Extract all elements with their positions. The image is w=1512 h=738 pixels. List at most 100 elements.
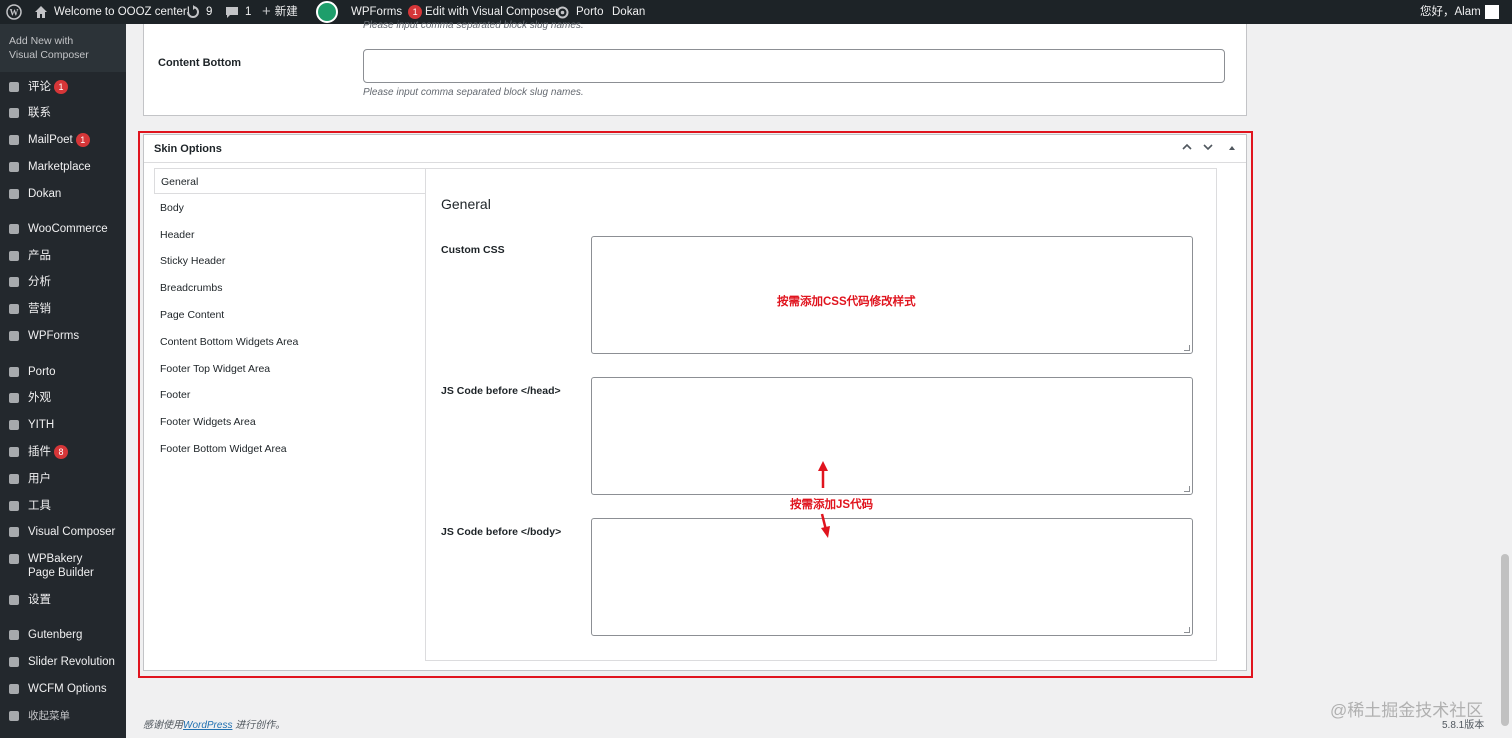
sidebar-item[interactable]: YITH: [0, 418, 126, 432]
updates-link[interactable]: 9: [186, 0, 212, 24]
sidebar-item-label: WooCommerce: [28, 223, 108, 235]
sidebar-item[interactable]: 营销: [0, 302, 126, 316]
new-content-link[interactable]: + 新建: [262, 0, 298, 24]
sidebar-item-label: YITH: [28, 419, 55, 431]
admin-sidebar: Add New with Visual Composer 评论 1 联系 MailPo…: [0, 24, 126, 738]
comment-icon: [225, 4, 241, 20]
wordpress-link[interactable]: WordPress: [183, 720, 232, 731]
collapse-icon: [7, 709, 21, 723]
sidebar-item-badge: 1: [75, 133, 90, 147]
content-bottom-description: Please input comma separated block slug …: [363, 87, 584, 98]
wpforms-badge: 1: [408, 5, 423, 19]
site-name-link[interactable]: Welcome to OOOZ center!: [34, 0, 190, 24]
sidebar-item-label: 设置: [28, 594, 51, 606]
sidebar-item-label: 评论: [28, 81, 51, 93]
visual-composer-icon: [7, 525, 21, 539]
sidebar-item[interactable]: 插件 8: [0, 445, 126, 459]
sidebar-item[interactable]: Dokan: [0, 187, 126, 201]
sidebar-item[interactable]: 收起菜单: [0, 709, 126, 723]
page-scrollbar[interactable]: [1498, 24, 1512, 738]
sidebar-item-label: Dokan: [28, 188, 62, 200]
forms-icon: [7, 329, 21, 343]
sidebar-item[interactable]: 用户: [0, 472, 126, 486]
mailpoet-icon: [7, 133, 21, 147]
sidebar-item[interactable]: WCFM Options: [0, 682, 126, 696]
comment-icon: [7, 80, 21, 94]
my-account-link[interactable]: 您好，Alam: [1420, 0, 1499, 24]
footer-thanks: 感谢使用WordPress 进行创作。: [143, 716, 285, 731]
dokan-label: Dokan: [612, 6, 646, 18]
avatar: [1484, 5, 1499, 19]
sidebar-item-label: 联系: [28, 107, 51, 119]
visual-composer-icon: [316, 1, 338, 23]
sidebar-item[interactable]: 外观: [0, 391, 126, 405]
sidebar-item-label: 外观: [28, 392, 51, 404]
sidebar-item[interactable]: 评论 1: [0, 80, 126, 94]
css-annotation: 按需添加CSS代码修改样式: [777, 296, 916, 308]
sidebar-item[interactable]: Porto: [0, 365, 126, 379]
sidebar-item[interactable]: Slider Revolution: [0, 655, 126, 669]
content-bottom-input[interactable]: [363, 49, 1225, 83]
admin-bar: W Welcome to OOOZ center! 9 1 + 新建 WPFor…: [0, 0, 1512, 24]
greeting: 您好，Alam: [1420, 6, 1481, 18]
sidebar-item[interactable]: 联系: [0, 106, 126, 120]
sidebar-item-label: 分析: [28, 276, 51, 288]
sidebar-item-label: WCFM Options: [28, 683, 107, 695]
sidebar-item-label: 营销: [28, 303, 51, 315]
sidebar-item-label: 收起菜单: [28, 710, 70, 722]
sidebar-item-label: Visual Composer: [28, 526, 116, 538]
add-new-line-1: Add New with: [9, 35, 74, 47]
sidebar-item[interactable]: 产品: [0, 249, 126, 263]
sidebar-item[interactable]: Gutenberg: [0, 628, 126, 642]
sidebar-item[interactable]: WPForms: [0, 329, 126, 343]
comments-count: 1: [245, 6, 252, 18]
footer-suffix: 进行创作。: [235, 720, 286, 731]
settings-icon: [7, 593, 21, 607]
sidebar-item[interactable]: 工具: [0, 499, 126, 513]
visual-composer-toolbar-button[interactable]: [316, 0, 338, 24]
sidebar-item-badge: 8: [54, 445, 68, 459]
archive-icon: [7, 249, 21, 263]
add-new-line-2: Visual Composer: [9, 49, 89, 61]
sidebar-item[interactable]: MailPoet 1: [0, 133, 126, 147]
new-label: 新建: [274, 6, 298, 18]
sidebar-item-label: 工具: [28, 500, 51, 512]
sidebar-item[interactable]: WooCommerce: [0, 222, 126, 236]
gutenberg-icon: [7, 628, 21, 642]
slider-icon: [7, 655, 21, 669]
footer-version: 5.8.1版本: [1442, 720, 1485, 731]
porto-icon: [7, 365, 21, 379]
sidebar-item[interactable]: 设置: [0, 593, 126, 607]
add-new-visual-composer-link[interactable]: Add New with Visual Composer: [0, 24, 126, 72]
sidebar-item[interactable]: 分析: [0, 275, 126, 289]
highlight-frame: [138, 131, 1253, 678]
sidebar-item-badge: 1: [54, 80, 68, 94]
plugin-icon: [7, 445, 21, 459]
comments-link[interactable]: 1: [225, 0, 251, 24]
scrollbar-thumb[interactable]: [1501, 554, 1509, 726]
wordpress-logo-icon[interactable]: W: [6, 0, 22, 24]
sidebar-item[interactable]: Marketplace: [0, 160, 126, 174]
updates-count: 9: [206, 6, 213, 18]
sidebar-item[interactable]: Visual Composer: [0, 525, 126, 539]
megaphone-icon: [7, 302, 21, 316]
content-bottom-label: Content Bottom: [158, 57, 242, 69]
sidebar-item[interactable]: WPBakery Page Builder: [0, 552, 126, 580]
wpbakery-icon: [7, 552, 21, 566]
dokan-link[interactable]: Dokan: [612, 0, 645, 24]
sidebar-item-label: Marketplace: [28, 161, 91, 173]
brush-icon: [7, 391, 21, 405]
sidebar-item-label: 产品: [28, 250, 51, 262]
porto-icon: [556, 4, 572, 20]
annotation-arrows: [818, 461, 830, 538]
user-icon: [7, 472, 21, 486]
sidebar-item-label: Porto: [28, 366, 56, 378]
cut-off-description: Please input comma separated block slug …: [363, 20, 584, 31]
site-name: Welcome to OOOZ center!: [54, 6, 190, 18]
wrench-icon: [7, 499, 21, 513]
refresh-icon: [186, 4, 202, 20]
sidebar-item-label: WPForms: [28, 330, 80, 342]
plus-icon: +: [262, 3, 271, 20]
home-icon: [34, 4, 50, 20]
woocommerce-icon: [7, 222, 21, 236]
